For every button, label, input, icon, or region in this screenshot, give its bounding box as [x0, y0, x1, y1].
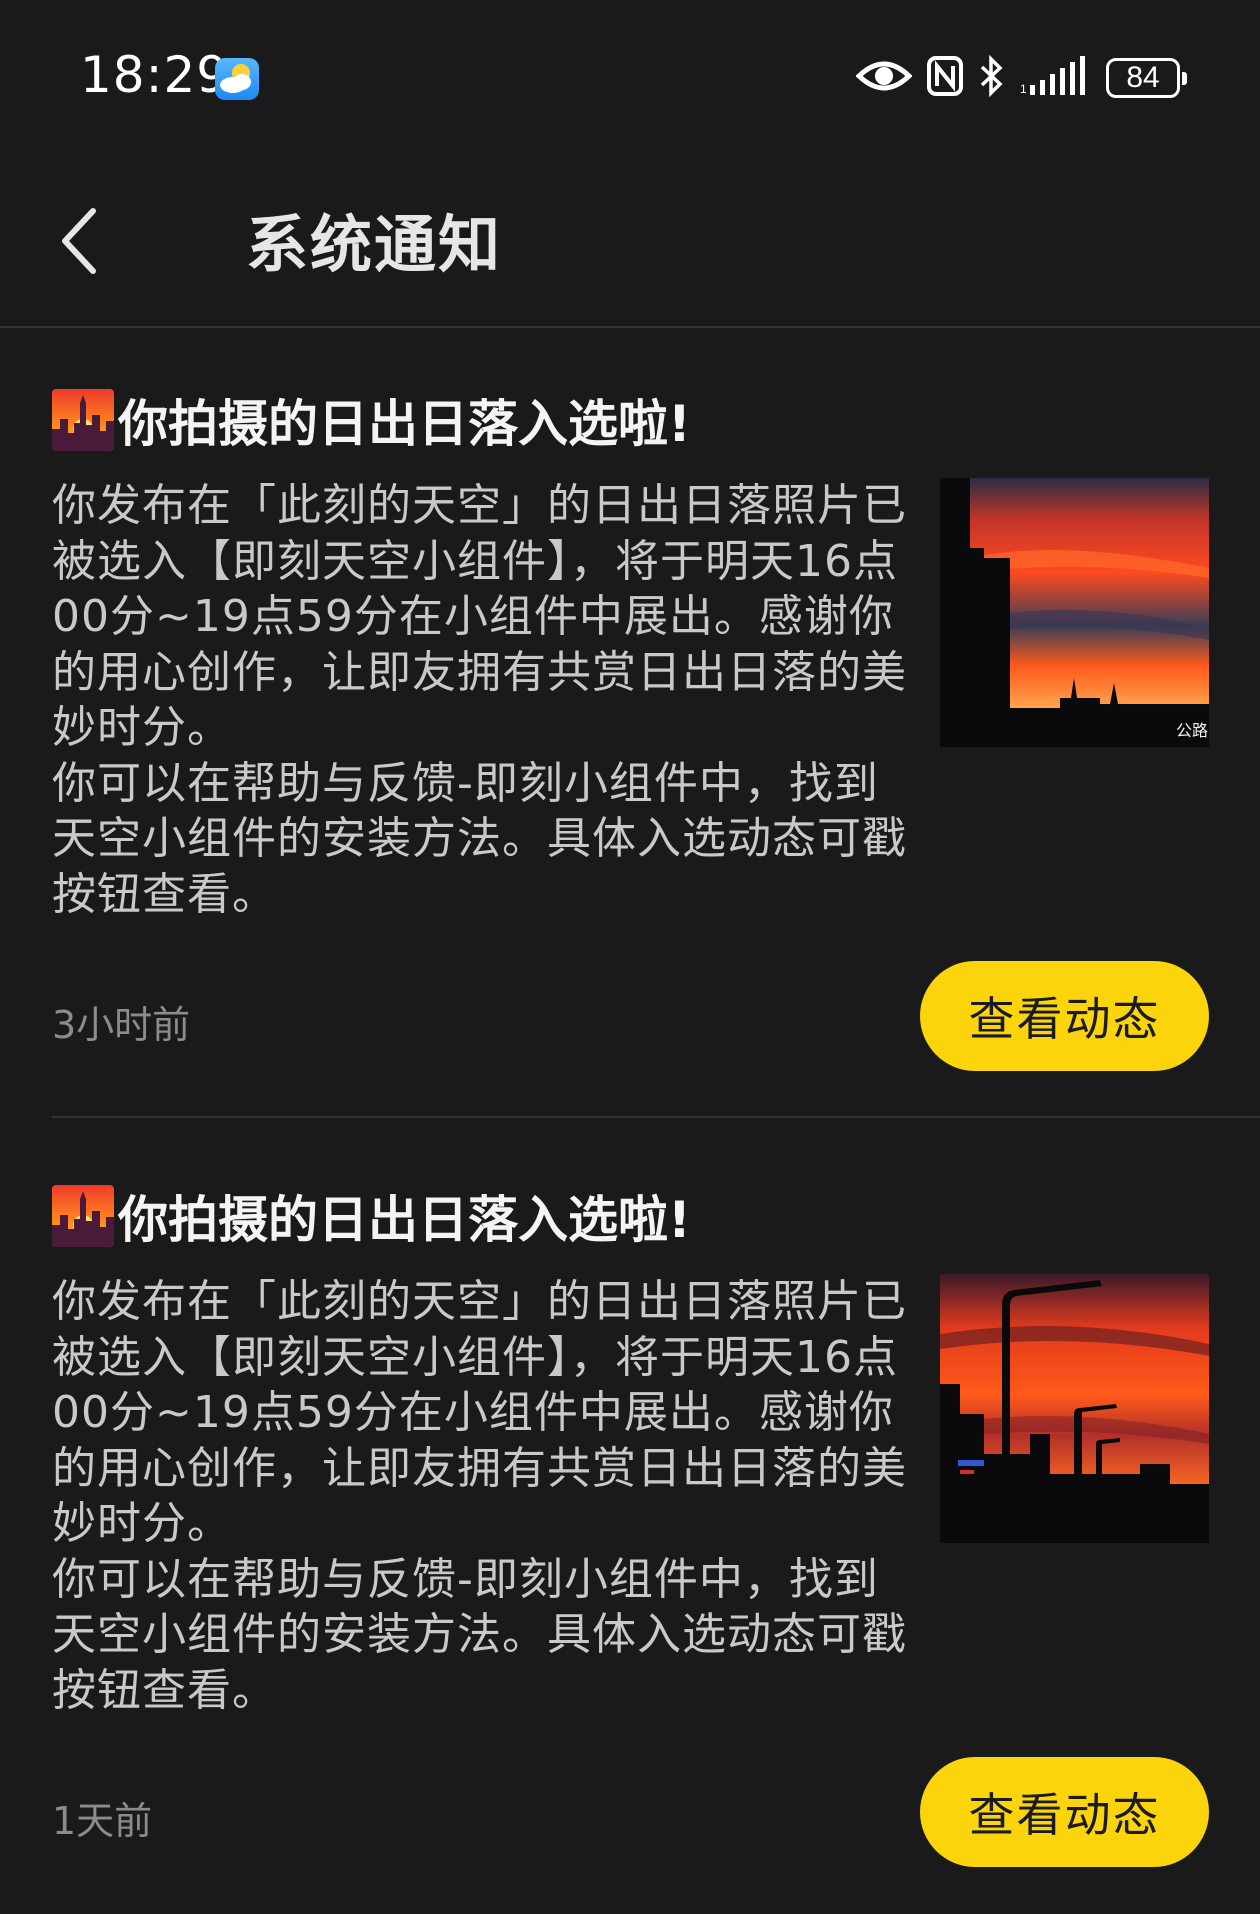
weather-icon: [215, 58, 259, 100]
notification-time: 1天前: [52, 1799, 153, 1843]
eye-icon: [855, 56, 913, 100]
notification-paragraph: 你可以在帮助与反馈-即刻小组件中，找到天空小组件的安装方法。具体入选动态可戳按钮…: [52, 1553, 907, 1716]
nfc-icon: [926, 55, 964, 101]
view-post-button[interactable]: 查看动态: [920, 1757, 1209, 1867]
notification-time: 3小时前: [52, 1003, 191, 1047]
notification-title-row: 你拍摄的日出日落入选啦!: [52, 1184, 691, 1249]
back-button[interactable]: [44, 196, 114, 286]
view-post-button[interactable]: 查看动态: [920, 961, 1209, 1071]
battery-icon: 84: [1106, 58, 1187, 98]
signal-icon: 1: [1020, 55, 1092, 101]
page-title: 系统通知: [246, 208, 503, 281]
sunset-city-emoji: [52, 1185, 114, 1247]
notification-title: 你拍摄的日出日落入选啦!: [118, 395, 691, 453]
status-bar: 18:29 1 84: [0, 0, 1260, 150]
notification-paragraph: 你发布在「此刻的天空」的日出日落照片已被选入【即刻天空小组件】，将于明天16点0…: [52, 1276, 907, 1549]
status-icons: 1 84: [855, 52, 1187, 104]
svg-text:1: 1: [1020, 82, 1027, 96]
divider: [52, 1116, 1260, 1118]
status-time: 18:29: [80, 46, 230, 104]
notification-thumbnail[interactable]: 公路: [940, 478, 1209, 747]
bluetooth-icon: [978, 54, 1006, 101]
notification-item: 你拍摄的日出日落入选啦! 你发布在「此刻的天空」的日出日落照片已被选入【即刻天空…: [0, 328, 1260, 1118]
notification-title-row: 你拍摄的日出日落入选啦!: [52, 388, 691, 453]
notification-paragraph: 你可以在帮助与反馈-即刻小组件中，找到天空小组件的安装方法。具体入选动态可戳按钮…: [52, 757, 907, 920]
sunset-city-emoji: [52, 389, 114, 451]
notification-paragraph: 你发布在「此刻的天空」的日出日落照片已被选入【即刻天空小组件】，将于明天16点0…: [52, 480, 907, 753]
notification-thumbnail[interactable]: [940, 1274, 1209, 1543]
notification-body: 你发布在「此刻的天空」的日出日落照片已被选入【即刻天空小组件】，将于明天16点0…: [52, 1274, 912, 1718]
notification-body: 你发布在「此刻的天空」的日出日落照片已被选入【即刻天空小组件】，将于明天16点0…: [52, 478, 912, 922]
app-header: 系统通知: [0, 150, 1260, 328]
notification-title: 你拍摄的日出日落入选啦!: [118, 1191, 691, 1249]
notification-item: 你拍摄的日出日落入选啦! 你发布在「此刻的天空」的日出日落照片已被选入【即刻天空…: [0, 1124, 1260, 1914]
chevron-left-icon: [62, 208, 96, 274]
thumbnail-sign-text: 公路: [1176, 721, 1208, 740]
